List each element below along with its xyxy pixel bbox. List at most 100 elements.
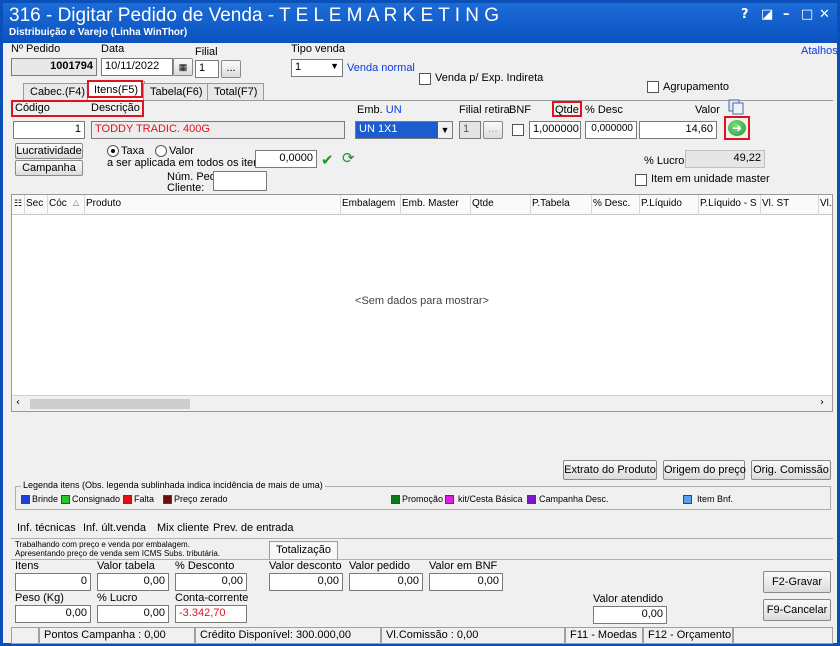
- valor-tabela-field: 0,00: [97, 573, 169, 591]
- taxa-radio[interactable]: [107, 145, 119, 157]
- peso-label: Peso (Kg): [15, 592, 64, 604]
- legend-brinde-swatch: [21, 495, 30, 504]
- legend-preco-zerado-swatch: [163, 495, 172, 504]
- legend-falta: Falta: [134, 494, 155, 504]
- valor-pedido-field: 0,00: [349, 573, 423, 591]
- valor-field[interactable]: 14,60: [639, 121, 717, 139]
- restore-layout-icon[interactable]: ◪: [761, 7, 773, 22]
- taxa-label: Taxa: [121, 145, 145, 157]
- help-icon[interactable]: ?: [741, 7, 749, 22]
- qtde-field[interactable]: 1,000000: [529, 121, 581, 139]
- checkmark-icon[interactable]: ✔: [321, 151, 334, 169]
- venda-exp-checkbox[interactable]: [419, 73, 431, 85]
- sort-asc-icon: △: [73, 198, 80, 207]
- filial-retira-field[interactable]: 1: [459, 121, 481, 139]
- tab-totalizacao[interactable]: Totalização: [269, 541, 339, 559]
- scroll-left-icon[interactable]: ‹: [16, 397, 20, 408]
- orig-comissao-button[interactable]: Orig. Comissão: [751, 460, 831, 480]
- valor-bnf-field: 0,00: [429, 573, 503, 591]
- tab-tabela[interactable]: Tabela(F6): [143, 83, 210, 101]
- col-sep: [698, 195, 699, 215]
- maximize-icon[interactable]: □: [801, 7, 813, 22]
- legend-campanha: Campanha Desc.: [539, 494, 609, 504]
- refresh-icon[interactable]: ⟳: [342, 149, 362, 167]
- codigo-field[interactable]: 1: [13, 121, 85, 139]
- conta-corrente-field: -3.342,70: [175, 605, 247, 623]
- agrupamento-label: Agrupamento: [663, 81, 730, 93]
- aplicada-field[interactable]: 0,0000: [255, 150, 317, 168]
- desc-field[interactable]: 0,000000: [585, 121, 637, 139]
- close-icon[interactable]: ✕: [819, 7, 830, 22]
- col-sep: [24, 195, 25, 215]
- status-f12[interactable]: F12 - Orçamento: [643, 627, 733, 644]
- column-chooser-icon[interactable]: ☷: [14, 198, 22, 209]
- copy-icon[interactable]: [727, 99, 745, 115]
- tipo-venda-label: Tipo venda: [291, 43, 346, 55]
- lucratividade-button[interactable]: Lucratividade: [15, 143, 83, 159]
- col-sep: [760, 195, 761, 215]
- col-sec[interactable]: Sec: [26, 198, 43, 209]
- pct-desconto-field: 0,00: [175, 573, 247, 591]
- item-master-checkbox[interactable]: [635, 174, 647, 186]
- items-grid[interactable]: ☷ Sec Cóc △ Produto Embalagem Emb. Maste…: [11, 194, 833, 412]
- atalhos-link[interactable]: Atalhos: [801, 45, 838, 57]
- minimize-icon[interactable]: –: [783, 7, 790, 22]
- num-ped-cliente-field[interactable]: [213, 171, 267, 191]
- status-empty-cell-right: [733, 627, 833, 644]
- info-line-2: Apresentando preço de venda sem ICMS Sub…: [15, 549, 220, 558]
- calendar-icon[interactable]: ▦: [173, 58, 193, 76]
- agrupamento-checkbox[interactable]: [647, 81, 659, 93]
- f2-gravar-button[interactable]: F2-Gravar: [763, 571, 831, 593]
- col-qtde[interactable]: Qtde: [472, 198, 494, 209]
- pct-lucro-label: % Lucro: [97, 592, 138, 604]
- itens-field: 0: [15, 573, 91, 591]
- scroll-right-icon[interactable]: ›: [820, 397, 824, 408]
- valor-radio[interactable]: [155, 145, 167, 157]
- horizontal-scrollbar[interactable]: ‹ ›: [12, 395, 832, 411]
- pct-desconto-label: % Desconto: [175, 560, 235, 572]
- bnf-checkbox[interactable]: [512, 124, 524, 136]
- date-field[interactable]: 10/11/2022: [101, 58, 173, 76]
- tipo-venda-select[interactable]: 1 ▼: [291, 59, 343, 77]
- f9-cancelar-button[interactable]: F9-Cancelar: [763, 599, 831, 621]
- col-cod[interactable]: Cóc: [49, 198, 67, 209]
- tab-inf-tecnicas[interactable]: Inf. técnicas: [17, 522, 76, 534]
- col-emb-master[interactable]: Emb. Master: [402, 198, 459, 209]
- embalagem-select[interactable]: UN 1X1 ▼: [355, 121, 453, 139]
- col-sep: [639, 195, 640, 215]
- valor-tabela-label: Valor tabela: [97, 560, 155, 572]
- tab-mix-cliente[interactable]: Mix cliente: [157, 522, 209, 534]
- origem-preco-button[interactable]: Origem do preço: [663, 460, 746, 480]
- col-desc[interactable]: % Desc.: [593, 198, 630, 209]
- col-produto[interactable]: Produto: [86, 198, 121, 209]
- col-sep: [530, 195, 531, 215]
- add-item-arrow-icon[interactable]: ➜: [728, 120, 746, 136]
- col-vl[interactable]: Vl.: [820, 198, 832, 209]
- valor-desconto-field: 0,00: [269, 573, 343, 591]
- col-p-tabela[interactable]: P.Tabela: [532, 198, 570, 209]
- descricao-field[interactable]: TODDY TRADIC. 400G: [91, 121, 345, 139]
- extrato-produto-button[interactable]: Extrato do Produto: [563, 460, 657, 480]
- col-p-liquido[interactable]: P.Líquido: [641, 198, 682, 209]
- filial-retira-lookup-button[interactable]: ...: [483, 121, 503, 139]
- col-p-liquido-s[interactable]: P.Líquido - S: [700, 198, 758, 209]
- item-master-label: Item em unidade master: [651, 173, 770, 185]
- legend-falta-swatch: [123, 495, 132, 504]
- valor-radio-label: Valor: [169, 145, 194, 157]
- filial-lookup-button[interactable]: ...: [221, 60, 241, 78]
- tab-inf-ult-venda[interactable]: Inf. últ.venda: [83, 522, 146, 534]
- campanha-button[interactable]: Campanha: [15, 160, 83, 176]
- valor-atendido-field: 0,00: [593, 606, 667, 624]
- tab-prev-entrada[interactable]: Prev. de entrada: [213, 522, 294, 534]
- emb-label: Emb. UN: [357, 104, 402, 116]
- scrollbar-thumb[interactable]: [30, 399, 190, 409]
- legend-item-bnf-swatch: [683, 495, 692, 504]
- tab-total[interactable]: Total(F7): [207, 83, 265, 101]
- status-f11[interactable]: F11 - Moedas: [565, 627, 643, 644]
- valor-label: Valor: [695, 104, 720, 116]
- tab-cabec[interactable]: Cabec.(F4): [23, 83, 93, 101]
- col-vl-st[interactable]: Vl. ST: [762, 198, 789, 209]
- legend-promocao-swatch: [391, 495, 400, 504]
- filial-field[interactable]: 1: [195, 60, 219, 78]
- col-embalagem[interactable]: Embalagem: [342, 198, 395, 209]
